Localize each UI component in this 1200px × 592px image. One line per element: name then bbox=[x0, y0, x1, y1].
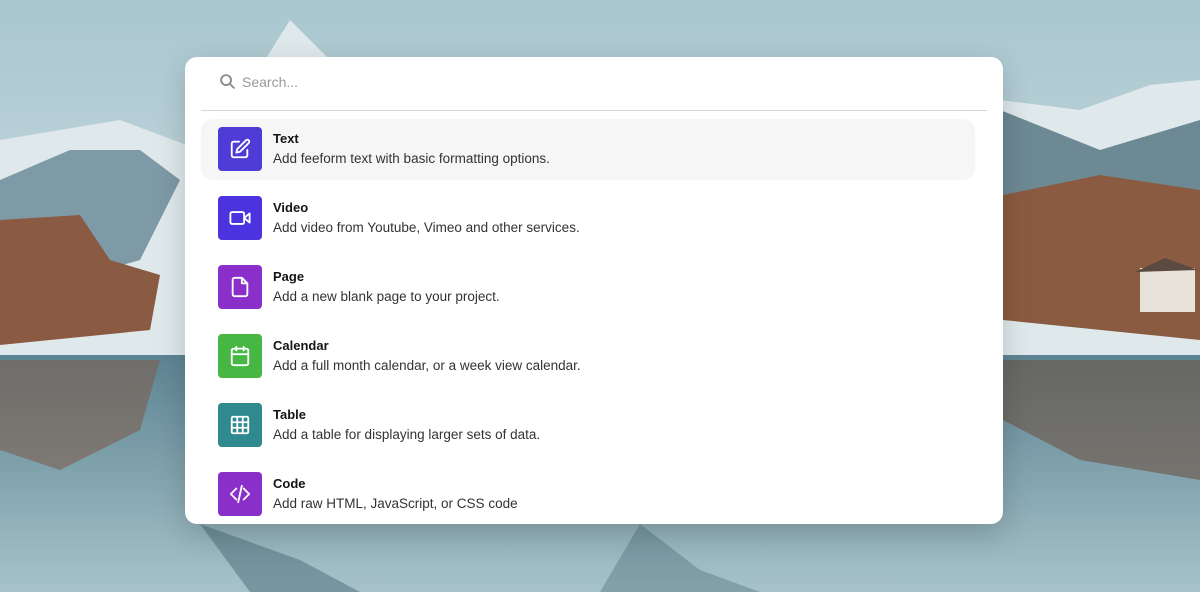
item-description: Add a new blank page to your project. bbox=[273, 289, 500, 304]
search-icon bbox=[220, 74, 235, 89]
search-bar bbox=[201, 57, 987, 111]
item-icon-tile bbox=[218, 403, 262, 447]
item-title: Table bbox=[273, 407, 306, 422]
list-item-table[interactable]: Table Add a table for displaying larger … bbox=[201, 395, 975, 456]
item-icon-tile bbox=[218, 127, 262, 171]
calendar-icon bbox=[230, 345, 250, 367]
list-item-text[interactable]: Text Add feeform text with basic formatt… bbox=[201, 119, 975, 180]
item-icon-tile bbox=[218, 472, 262, 516]
item-icon-tile bbox=[218, 265, 262, 309]
list-item-page[interactable]: Page Add a new blank page to your projec… bbox=[201, 257, 975, 318]
item-title: Video bbox=[273, 200, 309, 215]
item-title: Code bbox=[273, 476, 306, 491]
item-title: Text bbox=[273, 131, 299, 146]
document-icon bbox=[231, 276, 249, 298]
command-palette: Text Add feeform text with basic formatt… bbox=[185, 57, 1003, 524]
search-input[interactable] bbox=[242, 69, 962, 95]
item-description: Add feeform text with basic formatting o… bbox=[273, 151, 550, 166]
code-icon bbox=[229, 484, 251, 504]
table-icon bbox=[230, 415, 250, 435]
list-item-calendar[interactable]: Calendar Add a full month calendar, or a… bbox=[201, 326, 975, 387]
list-item-video[interactable]: Video Add video from Youtube, Vimeo and … bbox=[201, 188, 975, 249]
edit-icon bbox=[230, 138, 251, 159]
item-description: Add a table for displaying larger sets o… bbox=[273, 427, 541, 442]
item-description: Add raw HTML, JavaScript, or CSS code bbox=[273, 496, 518, 511]
item-icon-tile bbox=[218, 334, 262, 378]
item-title: Calendar bbox=[273, 338, 329, 353]
item-description: Add video from Youtube, Vimeo and other … bbox=[273, 220, 580, 235]
item-icon-tile bbox=[218, 196, 262, 240]
command-list: Text Add feeform text with basic formatt… bbox=[201, 119, 975, 524]
item-title: Page bbox=[273, 269, 305, 284]
list-item-code[interactable]: Code Add raw HTML, JavaScript, or CSS co… bbox=[201, 464, 975, 524]
item-description: Add a full month calendar, or a week vie… bbox=[273, 358, 581, 373]
video-camera-icon bbox=[229, 211, 251, 225]
